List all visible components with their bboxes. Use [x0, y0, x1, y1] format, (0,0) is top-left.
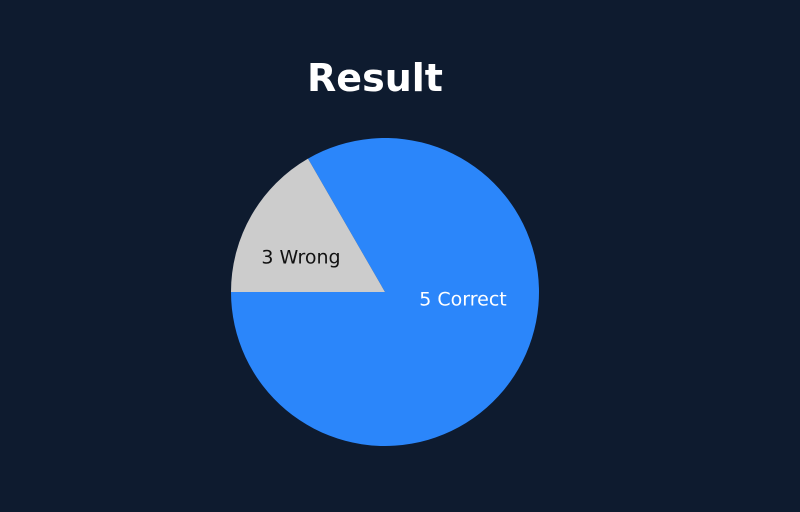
pie-chart: 5 Correct 3 Wrong [231, 138, 539, 446]
slice-label-correct: 5 Correct [419, 289, 506, 311]
slice-label-wrong: 3 Wrong [261, 247, 340, 269]
result-screen: Result 5 Correct 3 Wrong [0, 0, 800, 512]
